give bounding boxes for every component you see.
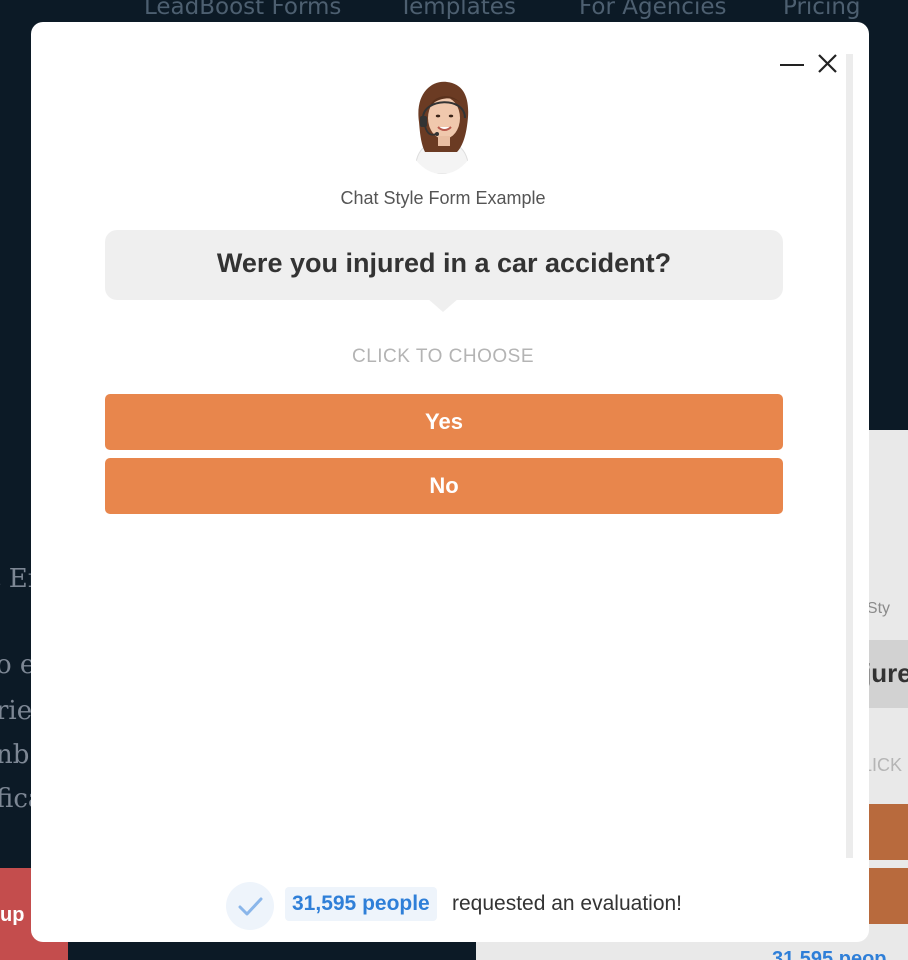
- nav-item-templates[interactable]: Templates: [399, 0, 516, 20]
- background-question: jure: [864, 658, 908, 688]
- minimize-icon: [780, 64, 804, 66]
- social-proof: 31,595 people requested an evaluation!: [226, 880, 746, 932]
- check-badge: [226, 882, 274, 930]
- question-bubble: Were you injured in a car accident?: [105, 230, 783, 300]
- page-background: LeadBoost Forms Templates For Agencies P…: [0, 0, 908, 960]
- support-agent-avatar: [405, 78, 479, 174]
- nav-item-leadboost-forms[interactable]: LeadBoost Forms: [144, 0, 341, 20]
- close-icon: [818, 54, 837, 73]
- background-cta-label: up: [0, 904, 25, 926]
- click-to-choose-label: CLICK TO CHOOSE: [351, 346, 535, 367]
- background-text-fragment: nb: [0, 740, 30, 770]
- people-count: 31,595 people: [285, 887, 437, 921]
- option-yes-button[interactable]: Yes: [105, 394, 783, 450]
- question-text: Were you injured in a car accident?: [216, 248, 672, 278]
- social-proof-text: requested an evaluation!: [452, 892, 683, 915]
- nav-item-for-agencies[interactable]: For Agencies: [579, 0, 726, 20]
- background-social-proof: 31,595 peop: [772, 948, 887, 960]
- nav-item-pricing[interactable]: Pricing: [783, 0, 861, 20]
- minimize-button[interactable]: [779, 50, 805, 78]
- form-title: Chat Style Form Example: [340, 188, 546, 208]
- agent-avatar-icon: [405, 78, 479, 174]
- option-no-button[interactable]: No: [105, 458, 783, 514]
- close-button[interactable]: [815, 50, 841, 78]
- modal-scrollbar[interactable]: [846, 54, 853, 858]
- chat-form-modal: Chat Style Form Example Were you injured…: [31, 22, 869, 942]
- bubble-tail: [427, 298, 459, 312]
- background-text-fragment: rie: [0, 696, 33, 726]
- checkmark-icon: [238, 897, 263, 916]
